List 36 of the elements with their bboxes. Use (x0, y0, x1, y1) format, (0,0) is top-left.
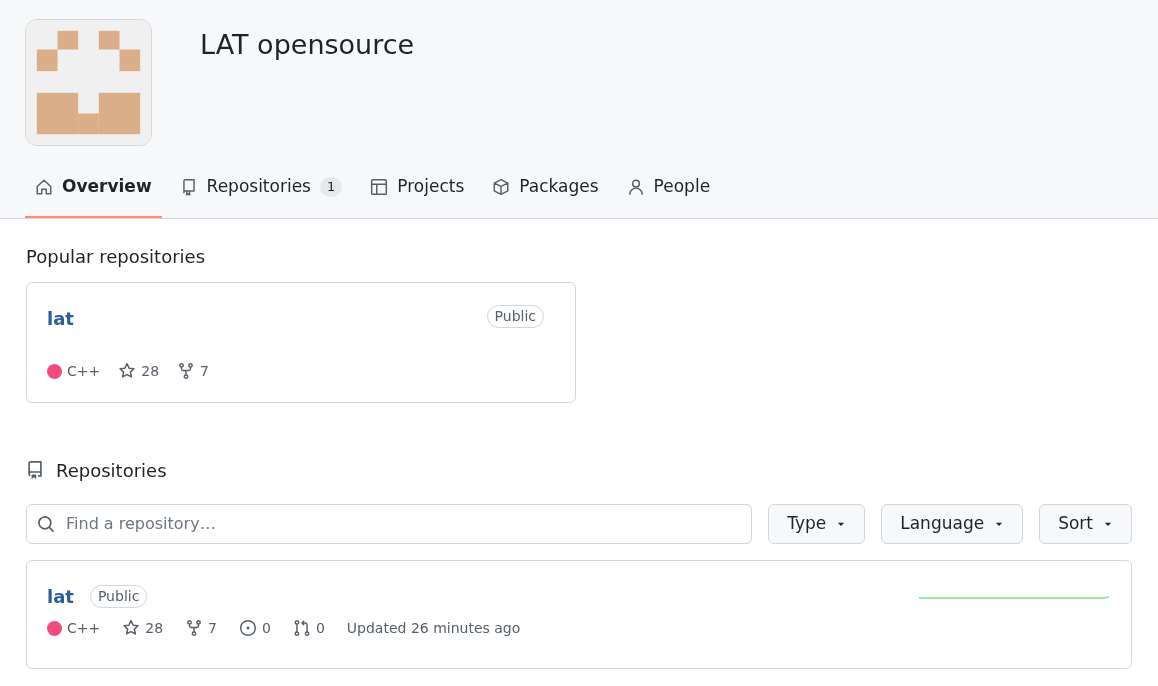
section-heading: Repositories (56, 458, 167, 483)
search-icon (37, 514, 55, 533)
issue-count: 0 (262, 618, 271, 638)
star-icon (122, 619, 141, 637)
section-heading: Popular repositories (26, 244, 207, 269)
home-icon (35, 177, 53, 196)
nav-tab[interactable]: Packages (482, 162, 609, 218)
nav-tab[interactable]: People (616, 162, 721, 218)
updated-time: Updated 26 minutes ago (346, 618, 521, 638)
star-count: 28 (141, 361, 160, 381)
filter-dropdown[interactable]: Language (881, 503, 1024, 544)
nav-tab[interactable]: Overview (25, 162, 162, 218)
star-icon (118, 362, 137, 380)
pull-request-icon (292, 619, 311, 637)
fork-icon (177, 362, 196, 380)
fork-count: 7 (208, 618, 217, 638)
language-name: C++ (67, 361, 101, 381)
pull-request-count: 0 (315, 618, 325, 638)
search-field[interactable]: Find a repository… (26, 503, 753, 544)
repo-link[interactable]: lat (47, 582, 74, 610)
nav-tab[interactable]: Repositories 1 (169, 162, 353, 218)
table-icon (370, 177, 389, 196)
org-name: LAT opensource (200, 28, 415, 62)
star-count: 28 (145, 618, 164, 638)
filter-dropdown[interactable]: Type (768, 503, 866, 544)
fork-icon (185, 619, 204, 637)
issue-icon (239, 619, 257, 637)
repo-icon (26, 460, 44, 480)
package-icon (492, 177, 511, 196)
filter-dropdown[interactable]: Sort (1039, 503, 1132, 544)
nav-tab[interactable]: Projects (360, 162, 475, 218)
language-name: C++ (67, 618, 101, 638)
person-icon (626, 177, 645, 196)
repo-link[interactable]: lat (47, 304, 74, 332)
fork-count: 7 (200, 361, 209, 381)
counter-badge: 1 (319, 177, 343, 197)
